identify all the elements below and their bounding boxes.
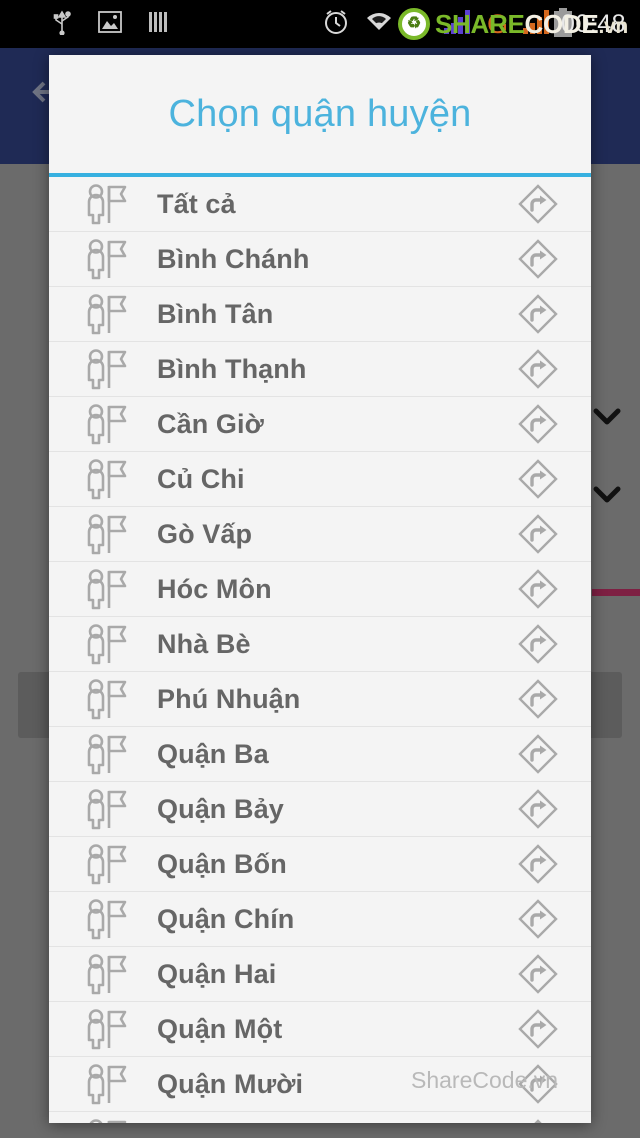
person-with-flag-icon [75,238,137,280]
list-item-label: Quận Bảy [157,793,284,824]
wifi-icon [364,10,394,39]
list-item[interactable]: Bình Tân [49,287,591,342]
list-item-label: Quận Một [157,1013,283,1044]
list-item[interactable]: Quận Một [49,1002,591,1057]
person-with-flag-icon [75,458,137,500]
list-item[interactable]: Phú Nhuận [49,672,591,727]
turn-right-sign-icon[interactable] [507,842,569,886]
list-item[interactable]: Bình Thạnh [49,342,591,397]
turn-right-sign-icon[interactable] [507,347,569,391]
turn-right-sign-icon[interactable] [507,732,569,776]
list-item[interactable]: Bình Chánh [49,232,591,287]
usb-icon [52,9,72,39]
person-with-flag-icon [75,183,137,225]
person-with-flag-icon [75,1118,137,1123]
turn-right-sign-icon[interactable] [507,787,569,831]
list-item-label: Gò Vấp [157,518,253,549]
person-with-flag-icon [75,293,137,335]
list-item[interactable]: Quận Ba [49,727,591,782]
chevron-down-icon[interactable] [592,484,622,506]
list-item-label: Quận Bốn [157,848,287,879]
list-item[interactable]: Quận Chín [49,892,591,947]
turn-right-sign-icon[interactable] [507,567,569,611]
district-list[interactable]: Tất cả Bình Chánh Bình Tân Bình Thạnh Cầ… [49,177,591,1123]
person-with-flag-icon [75,623,137,665]
carrier-1-label: G [408,8,430,39]
turn-right-sign-icon[interactable] [507,182,569,226]
person-with-flag-icon [75,403,137,445]
district-picker-dialog: Chọn quận huyện Tất cả Bình Chánh Bình T… [49,55,591,1123]
status-bar-clock: 00:48 [560,9,626,38]
person-with-flag-icon [75,788,137,830]
status-bar: G G 00:48 [0,0,640,48]
carrier-2-label: G [487,8,509,39]
list-item-label: Củ Chi [157,463,245,494]
turn-right-sign-icon[interactable] [507,292,569,336]
list-item[interactable]: Quận Hai [49,947,591,1002]
list-item-label: Hóc Môn [157,573,272,604]
turn-right-sign-icon[interactable] [507,1062,569,1106]
list-item-label: Bình Chánh [157,243,310,274]
person-with-flag-icon [75,1008,137,1050]
turn-right-sign-icon[interactable] [507,457,569,501]
status-bar-left-icons [52,0,170,48]
list-item-label: Quận Chín [157,903,295,934]
person-with-flag-icon [75,898,137,940]
person-with-flag-icon [75,733,137,775]
list-item[interactable]: Củ Chi [49,452,591,507]
list-item-label: Quận Hai [157,958,277,989]
person-with-flag-icon [75,843,137,885]
person-with-flag-icon [75,348,137,390]
signal-bars-2-icon [522,9,552,40]
list-item-label: Cần Giờ [157,408,264,439]
vibrate-bars-icon [148,11,170,37]
image-icon [98,11,122,37]
person-with-flag-icon [75,953,137,995]
list-item[interactable]: Quận Bảy [49,782,591,837]
turn-right-sign-icon[interactable] [507,1007,569,1051]
turn-right-sign-icon[interactable] [507,402,569,446]
list-item[interactable]: Tất cả [49,177,591,232]
list-item[interactable]: Quận Mười [49,1057,591,1112]
phone-screen: Chọn quận huyện Tất cả Bình Chánh Bình T… [0,0,640,1138]
list-item[interactable]: Nhà Bè [49,617,591,672]
person-with-flag-icon [75,678,137,720]
turn-right-sign-icon[interactable] [507,237,569,281]
turn-right-sign-icon[interactable] [507,677,569,721]
list-item-label: Bình Tân [157,298,274,329]
list-item[interactable]: Quận Bốn [49,837,591,892]
person-with-flag-icon [75,568,137,610]
list-item-label: Quận Ba [157,738,269,769]
turn-right-sign-icon[interactable] [507,1117,569,1123]
turn-right-sign-icon[interactable] [507,512,569,556]
list-item[interactable]: Cần Giờ [49,397,591,452]
status-bar-right-icons: G G [322,0,552,48]
list-item-label: Tất cả [157,188,236,219]
list-item[interactable]: Hóc Môn [49,562,591,617]
list-item[interactable]: Gò Vấp [49,507,591,562]
list-item-label: Bình Thạnh [157,353,307,384]
person-with-flag-icon [75,1063,137,1105]
dialog-title: Chọn quận huyện [49,55,591,173]
accent-underline [592,589,640,596]
list-item-label: Nhà Bè [157,628,251,659]
person-with-flag-icon [75,513,137,555]
list-item[interactable] [49,1112,591,1123]
chevron-down-icon[interactable] [592,406,622,428]
turn-right-sign-icon[interactable] [507,952,569,996]
list-item-label: Phú Nhuận [157,683,301,714]
turn-right-sign-icon[interactable] [507,897,569,941]
alarm-clock-icon [322,8,350,41]
list-item-label: Quận Mười [157,1068,304,1099]
turn-right-sign-icon[interactable] [507,622,569,666]
signal-bars-1-icon [443,9,473,40]
